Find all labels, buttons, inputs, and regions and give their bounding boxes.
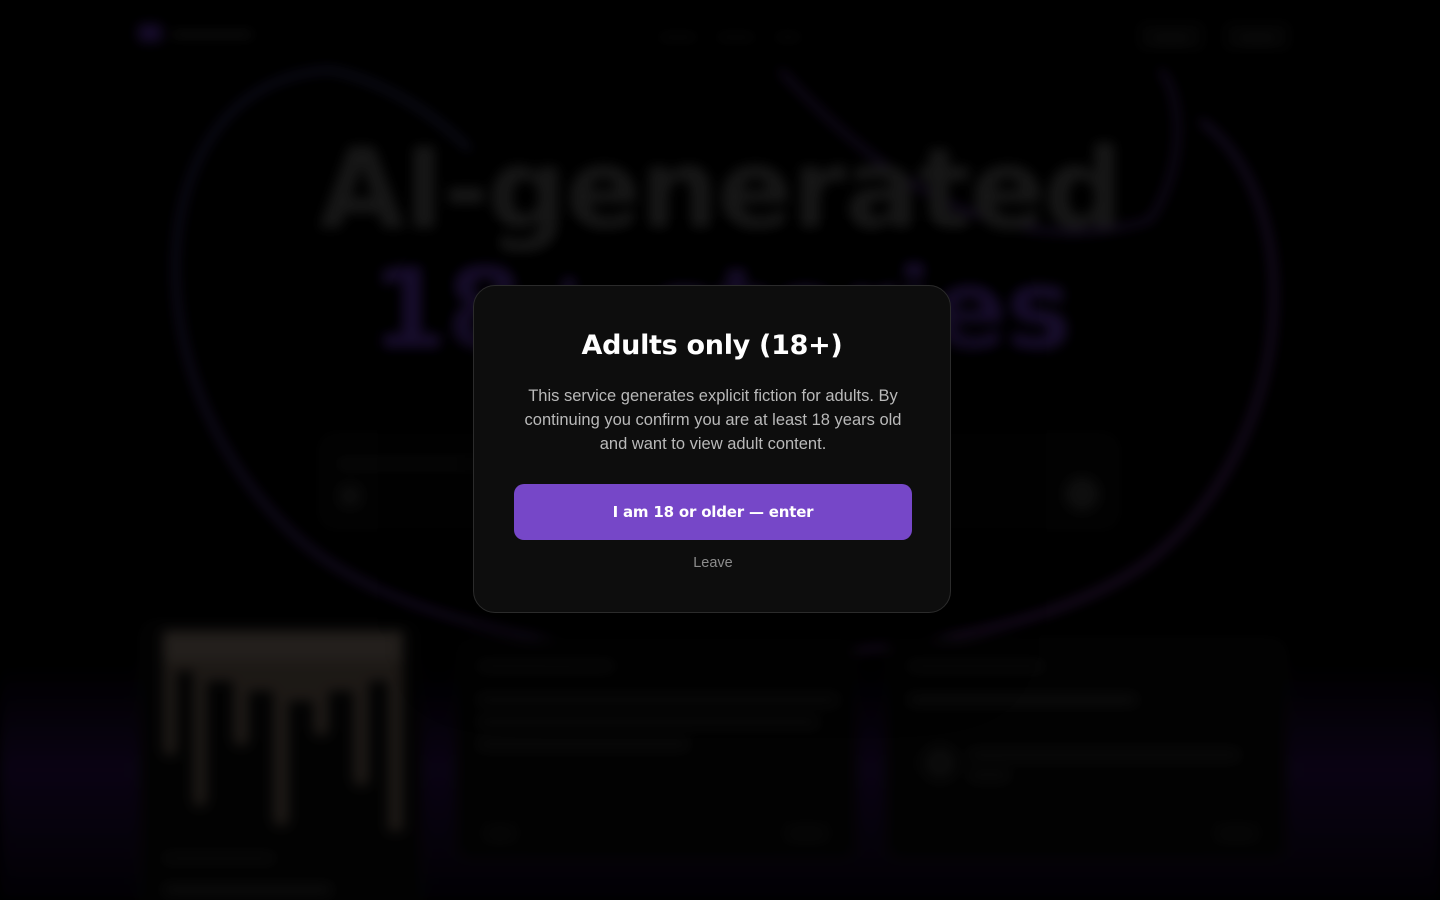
leave-button[interactable]: Leave: [663, 550, 763, 576]
modal-title: Adults only (18+): [581, 330, 843, 361]
enter-button[interactable]: I am 18 or older — enter: [514, 484, 912, 540]
age-gate-modal: Adults only (18+) This service generates…: [473, 285, 951, 613]
modal-description: This service generates explicit fiction …: [524, 387, 902, 453]
page: ▬▬▬▬▬ ▬▬▬ ▬▬▬ ▬▬ ▬▬▬ ▬▬▬ AI-generated ▬▬…: [0, 0, 1440, 900]
